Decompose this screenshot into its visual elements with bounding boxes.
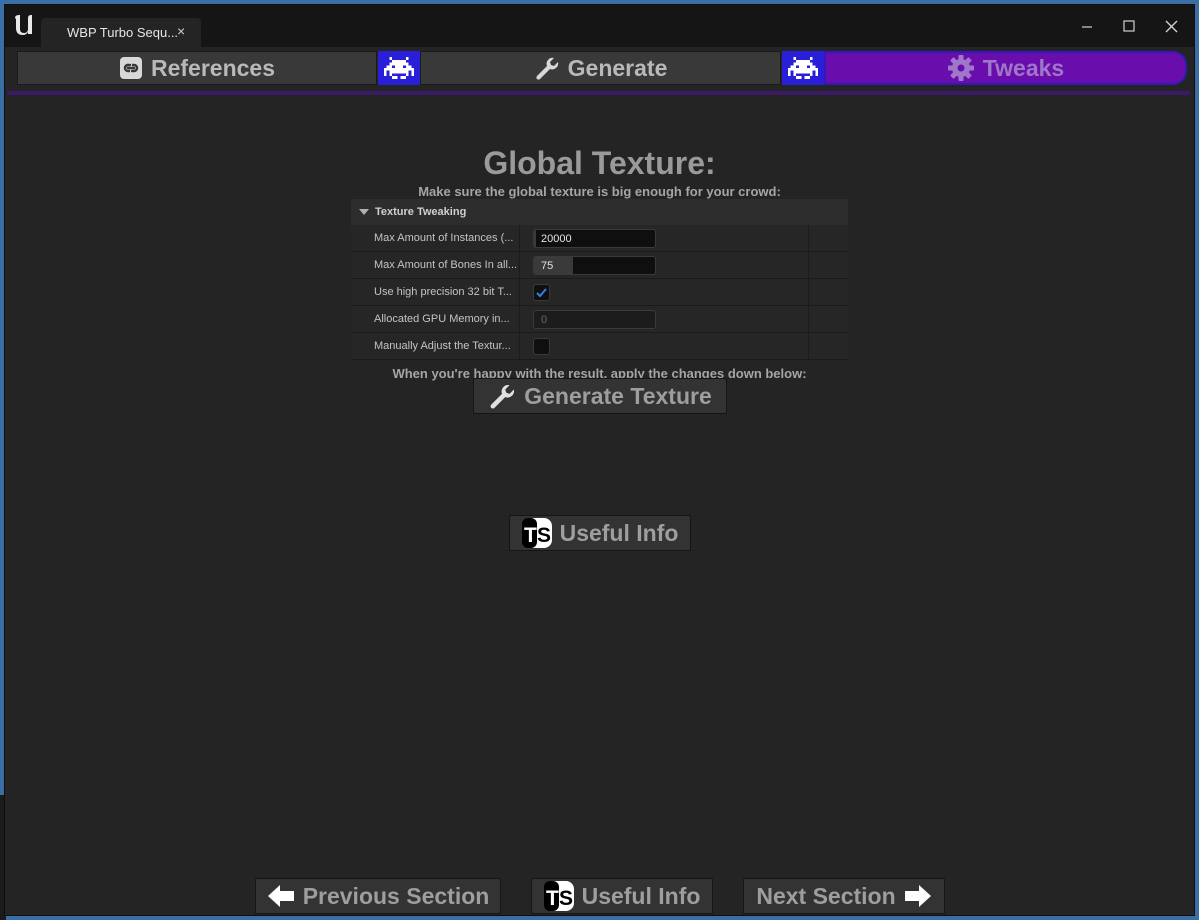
turbo-sequence-icon: T S	[543, 881, 574, 911]
details-panel: Texture Tweaking Max Amount of Instances…	[351, 199, 848, 360]
gear-icon	[947, 55, 974, 81]
maximize-icon[interactable]	[1109, 13, 1149, 39]
property-row-max-bones: Max Amount of Bones In all... 75	[351, 252, 848, 279]
tab-bar-divider	[7, 91, 1190, 95]
property-label: Max Amount of Instances (...	[374, 232, 514, 244]
max-bones-value: 75	[541, 260, 554, 272]
max-instances-field[interactable]: 20000	[533, 229, 656, 248]
next-section-button[interactable]: Next Section	[743, 878, 945, 914]
useful-info-button[interactable]: T S Useful Info	[509, 515, 691, 551]
previous-section-label: Previous Section	[302, 882, 490, 909]
section-tab-bar: References Generate Tweaks	[15, 51, 1187, 87]
close-icon[interactable]: ×	[177, 23, 185, 39]
useful-info-label: Useful Info	[559, 519, 679, 546]
property-label: Allocated GPU Memory in...	[374, 313, 510, 325]
arrow-left-icon	[267, 885, 294, 907]
column-divider	[519, 225, 520, 251]
max-bones-field[interactable]: 75	[533, 256, 656, 275]
tab-generate[interactable]: Generate	[420, 51, 781, 85]
title-bar: WBP Turbo Sequ... ×	[5, 5, 1194, 47]
tab-generate-label: Generate	[567, 54, 668, 81]
gpu-memory-value: 0	[541, 314, 548, 326]
document-tab[interactable]: WBP Turbo Sequ... ×	[41, 18, 201, 47]
high-precision-checkbox[interactable]	[533, 284, 550, 301]
generate-texture-label: Generate Texture	[524, 382, 712, 409]
checkmark-icon	[536, 288, 547, 298]
footer-useful-info-label: Useful Info	[581, 882, 701, 909]
svg-text:T: T	[524, 524, 537, 547]
max-instances-value: 20000	[541, 233, 572, 245]
gpu-memory-field: 0	[533, 310, 656, 329]
wrench-icon	[490, 385, 515, 409]
property-row-manual-adjust: Manually Adjust the Textur...	[351, 333, 848, 360]
tab-tweaks[interactable]: Tweaks	[824, 51, 1187, 85]
document-tab-label: WBP Turbo Sequ...	[67, 25, 179, 40]
column-divider	[808, 225, 809, 251]
property-row-high-precision: Use high precision 32 bit T...	[351, 279, 848, 306]
property-label: Max Amount of Bones In all...	[374, 259, 518, 271]
column-divider	[519, 252, 520, 278]
section-header-texture-tweaking[interactable]: Texture Tweaking	[351, 199, 848, 225]
svg-text:T: T	[546, 887, 559, 910]
column-divider	[808, 252, 809, 278]
page-subtitle: Make sure the global texture is big enou…	[418, 184, 781, 199]
svg-text:S: S	[559, 887, 573, 910]
property-row-max-instances: Max Amount of Instances (... 20000	[351, 225, 848, 252]
link-icon	[119, 57, 142, 79]
property-row-gpu-memory: Allocated GPU Memory in... 0	[351, 306, 848, 333]
column-divider	[808, 279, 809, 305]
column-divider	[519, 279, 520, 305]
slider-fill	[534, 230, 537, 247]
tab-tweaks-label: Tweaks	[982, 54, 1065, 81]
window-close-icon[interactable]	[1151, 13, 1191, 39]
invader-icon	[378, 51, 420, 85]
unreal-logo-icon[interactable]	[11, 12, 37, 38]
svg-text:S: S	[537, 524, 551, 547]
column-divider	[808, 306, 809, 332]
invader-icon	[782, 51, 824, 85]
wrench-icon	[536, 57, 558, 80]
manual-adjust-checkbox[interactable]	[533, 338, 550, 355]
property-label: Manually Adjust the Textur...	[374, 340, 511, 352]
section-header-label: Texture Tweaking	[375, 206, 467, 218]
footer-useful-info-button[interactable]: T S Useful Info	[531, 878, 713, 914]
column-divider	[519, 306, 520, 332]
tab-references-label: References	[150, 54, 276, 81]
tab-references[interactable]: References	[17, 51, 377, 85]
column-divider	[808, 333, 809, 359]
slider-fill	[534, 257, 573, 274]
previous-section-button[interactable]: Previous Section	[255, 878, 501, 914]
next-section-label: Next Section	[756, 882, 896, 909]
arrow-right-icon	[904, 885, 931, 907]
column-divider	[519, 333, 520, 359]
editor-window: WBP Turbo Sequ... × References Generate …	[4, 4, 1195, 916]
collapse-triangle-icon[interactable]	[359, 209, 369, 215]
turbo-sequence-icon: T S	[521, 518, 552, 548]
minimize-icon[interactable]	[1067, 13, 1107, 39]
page-title: Global Texture:	[483, 145, 716, 181]
property-label: Use high precision 32 bit T...	[374, 286, 512, 298]
generate-texture-button[interactable]: Generate Texture	[473, 378, 727, 414]
